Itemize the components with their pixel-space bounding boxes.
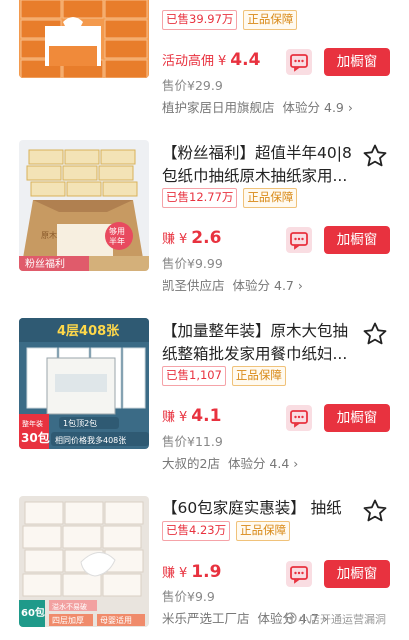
svg-text:粉丝福利: 粉丝福利 bbox=[25, 257, 65, 270]
product-image[interactable]: 4层408张 整年装 30包 1包顶2包 相同价格我多408张 bbox=[19, 318, 149, 449]
chat-bubble-icon bbox=[290, 566, 308, 584]
tissue-carton-image: 粉丝福利 够用 半年 原木 bbox=[19, 140, 149, 271]
currency-symbol: ¥ bbox=[179, 232, 188, 247]
message-button[interactable] bbox=[286, 227, 312, 253]
svg-text:30包: 30包 bbox=[21, 430, 50, 445]
svg-text:母婴适用: 母婴适用 bbox=[100, 615, 132, 625]
shop-name: 植护家居日用旗舰店 bbox=[162, 100, 275, 115]
currency-symbol: ¥ bbox=[218, 54, 227, 69]
shop-name: 凯圣供应店 bbox=[162, 278, 225, 293]
shop-name: 米乐严选工厂店 bbox=[162, 611, 250, 626]
original-price: 售价¥29.9 bbox=[162, 78, 223, 93]
shop-info[interactable]: 大叔的2店 体验分 4.4 › bbox=[162, 453, 298, 472]
sold-badge: 已售39.97万 bbox=[162, 10, 238, 30]
favorite-button[interactable] bbox=[362, 498, 388, 524]
price-row: 赚 ¥ 1. 9 bbox=[162, 562, 221, 586]
shop-info[interactable]: 凯圣供应店 体验分 4.7 › bbox=[162, 275, 303, 294]
badge-row: 已售12.77万 正品保障 bbox=[162, 188, 298, 208]
chat-bubble-icon bbox=[290, 232, 308, 250]
shop-info[interactable]: 植护家居日用旗舰店 体验分 4.9 › bbox=[162, 97, 353, 116]
svg-text:半年: 半年 bbox=[109, 236, 125, 246]
currency-symbol: ¥ bbox=[179, 410, 188, 425]
svg-text:四层加厚: 四层加厚 bbox=[52, 615, 84, 625]
price-row: 活动高佣 ¥ 4. 4 bbox=[162, 50, 260, 74]
svg-text:溢水不易破: 溢水不易破 bbox=[52, 602, 87, 611]
svg-text:4层408张: 4层408张 bbox=[57, 324, 120, 339]
product-image[interactable] bbox=[19, 0, 149, 78]
svg-text:整年装: 整年装 bbox=[22, 419, 43, 428]
svg-text:1包顶2包: 1包顶2包 bbox=[63, 418, 97, 428]
sold-badge: 已售1,107 bbox=[162, 366, 226, 386]
product-title[interactable]: 【加量整年装】原木大包抽纸整箱批发家用餐巾纸妇... bbox=[162, 320, 352, 366]
original-price: 售价¥9.9 bbox=[162, 589, 215, 604]
price-decimal: 6 bbox=[209, 228, 222, 248]
guarantee-badge: 正品保障 bbox=[231, 366, 286, 386]
price-integer: 4. bbox=[191, 406, 210, 426]
message-button[interactable] bbox=[286, 561, 312, 587]
add-to-showcase-button[interactable]: 加橱窗 bbox=[324, 560, 390, 588]
experience-score: 体验分 4.9 bbox=[282, 100, 344, 115]
price-integer: 4. bbox=[230, 50, 249, 70]
watermark-logo-icon bbox=[285, 612, 297, 624]
star-outline-icon bbox=[363, 322, 387, 345]
original-price: 售价¥11.9 bbox=[162, 434, 223, 449]
guarantee-badge: 正品保障 bbox=[236, 521, 291, 541]
message-button[interactable] bbox=[286, 49, 312, 75]
price-row: 赚 ¥ 2. 6 bbox=[162, 228, 221, 252]
badge-row: 已售39.97万 正品保障 bbox=[162, 10, 298, 30]
add-to-showcase-button[interactable]: 加橱窗 bbox=[324, 226, 390, 254]
price-decimal: 4 bbox=[248, 50, 261, 70]
star-outline-icon bbox=[363, 144, 387, 167]
svg-text:相同价格我多408张: 相同价格我多408张 bbox=[55, 435, 126, 445]
svg-text:原木: 原木 bbox=[41, 230, 57, 240]
price-decimal: 9 bbox=[209, 562, 222, 582]
price-label: 活动高佣 bbox=[162, 54, 215, 69]
favorite-button[interactable] bbox=[362, 321, 388, 347]
badge-row: 已售4.23万 正品保障 bbox=[162, 521, 291, 541]
message-button[interactable] bbox=[286, 405, 312, 431]
sold-badge: 已售4.23万 bbox=[162, 521, 231, 541]
price-integer: 1. bbox=[191, 562, 210, 582]
add-to-showcase-button[interactable]: 加橱窗 bbox=[324, 404, 390, 432]
product-image[interactable]: 粉丝福利 够用 半年 原木 bbox=[19, 140, 149, 271]
tissue-stack-image: 60包 溢水不易破 四层加厚 母婴适用 bbox=[19, 496, 149, 627]
sold-badge: 已售12.77万 bbox=[162, 188, 238, 208]
guarantee-badge: 正品保障 bbox=[243, 188, 298, 208]
chat-bubble-icon bbox=[290, 410, 308, 428]
product-title[interactable]: 【60包家庭实惠装】 抽纸 bbox=[162, 497, 352, 520]
experience-score: 体验分 4.4 bbox=[227, 456, 290, 471]
add-to-showcase-button[interactable]: 加橱窗 bbox=[324, 48, 390, 76]
tissue-boxes-image bbox=[19, 0, 149, 78]
chevron-right-icon: › bbox=[293, 278, 303, 293]
chevron-right-icon: › bbox=[289, 456, 299, 471]
price-label: 赚 bbox=[162, 566, 176, 581]
chevron-right-icon: › bbox=[343, 100, 353, 115]
tissue-pack-image: 4层408张 整年装 30包 1包顶2包 相同价格我多408张 bbox=[19, 318, 149, 449]
star-outline-icon bbox=[363, 499, 387, 522]
svg-text:够用: 够用 bbox=[109, 226, 125, 236]
currency-symbol: ¥ bbox=[179, 566, 188, 581]
guarantee-badge: 正品保障 bbox=[243, 10, 298, 30]
price-label: 赚 bbox=[162, 410, 176, 425]
price-decimal: 1 bbox=[209, 406, 222, 426]
chat-bubble-icon bbox=[290, 54, 308, 72]
product-image[interactable]: 60包 溢水不易破 四层加厚 母婴适用 bbox=[19, 496, 149, 627]
svg-text:60包: 60包 bbox=[21, 606, 45, 619]
badge-row: 已售1,107 正品保障 bbox=[162, 366, 286, 386]
product-title[interactable]: 【粉丝福利】超值半年40|8包纸巾抽纸原木抽纸家用... bbox=[162, 142, 352, 188]
price-row: 赚 ¥ 4. 1 bbox=[162, 406, 221, 430]
experience-score: 体验分 4.7 bbox=[232, 278, 294, 293]
shop-name: 大叔的2店 bbox=[162, 456, 220, 471]
price-label: 赚 bbox=[162, 232, 176, 247]
original-price: 售价¥9.99 bbox=[162, 256, 223, 271]
watermark-text: 小店开通运营漏洞 bbox=[298, 613, 386, 626]
price-integer: 2. bbox=[191, 228, 210, 248]
favorite-button[interactable] bbox=[362, 143, 388, 169]
